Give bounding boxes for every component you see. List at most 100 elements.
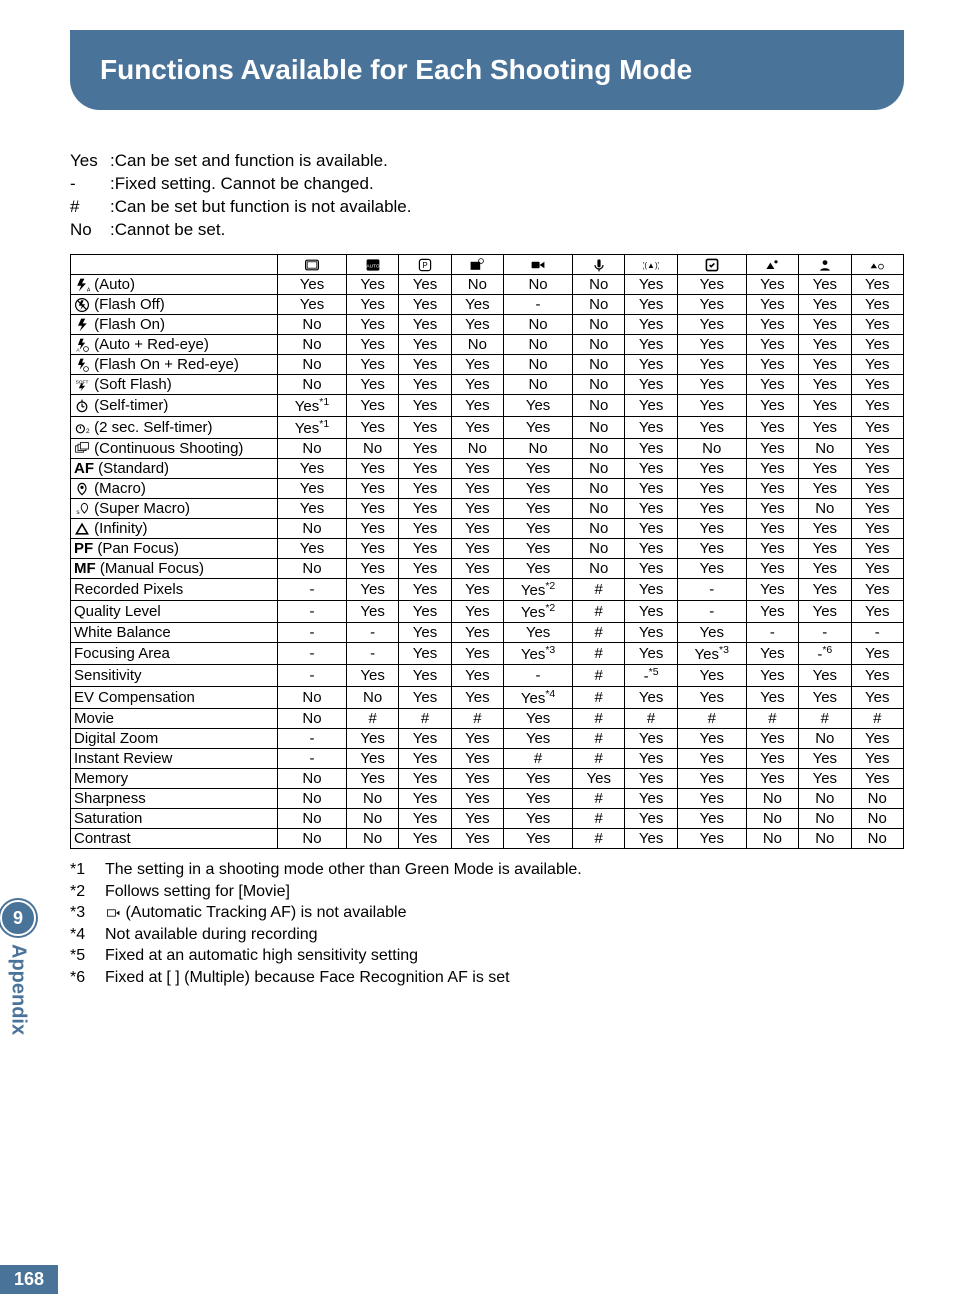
- half-portrait-icon: [817, 256, 833, 273]
- table-row: MF (Manual Focus)NoYesYesYesYesNoYesYesY…: [71, 559, 904, 579]
- row-label: Sharpness: [71, 789, 278, 809]
- row-label-text: Memory: [74, 770, 128, 787]
- cell: Yes: [746, 539, 798, 559]
- cell: Yes: [625, 438, 677, 458]
- cell: -: [677, 579, 746, 601]
- cell: No: [278, 789, 347, 809]
- cell: Yes: [625, 729, 677, 749]
- cell: No: [278, 709, 347, 729]
- cell: Yes: [677, 519, 746, 539]
- cell: #: [573, 809, 625, 829]
- cell: Yes: [399, 416, 451, 438]
- row-label-text: (Auto + Red-eye): [94, 336, 209, 353]
- legend-key: -: [70, 173, 110, 196]
- col-header-movie: [504, 254, 573, 274]
- cell: Yes: [851, 687, 904, 709]
- row-label: Movie: [71, 709, 278, 729]
- cell: Yes: [851, 769, 904, 789]
- row-label: EV Compensation: [71, 687, 278, 709]
- row-label: Quality Level: [71, 601, 278, 623]
- row-label: Memory: [71, 769, 278, 789]
- cell: Yes: [504, 499, 573, 519]
- table-row: (Flash Off)YesYesYesYes-NoYesYesYesYesYe…: [71, 294, 904, 314]
- program-icon: P: [417, 256, 433, 273]
- cell: Yes: [399, 769, 451, 789]
- cell: Yes: [851, 643, 904, 665]
- cell: No: [573, 354, 625, 374]
- movie-icon: [530, 256, 546, 273]
- cell: Yes: [851, 729, 904, 749]
- table-row: A (Auto + Red-eye)NoYesYesNoNoNoYesYesYe…: [71, 334, 904, 354]
- cell: Yes: [399, 539, 451, 559]
- cell: Yes: [278, 539, 347, 559]
- cell: No: [746, 809, 798, 829]
- cell: Yes: [851, 334, 904, 354]
- cell: -: [746, 623, 798, 643]
- cell: Yes: [799, 416, 851, 438]
- cell: Yes: [346, 749, 398, 769]
- cell: Yes: [278, 479, 347, 499]
- cell: No: [573, 438, 625, 458]
- cell: No: [278, 438, 347, 458]
- row-prefix: PF: [74, 540, 93, 557]
- cell: No: [746, 829, 798, 849]
- cell: Yes: [677, 294, 746, 314]
- cell: Yes: [399, 334, 451, 354]
- table-row: PF (Pan Focus)YesYesYesYesYesNoYesYesYes…: [71, 539, 904, 559]
- row-label: Digital Zoom: [71, 729, 278, 749]
- cell: Yes: [346, 354, 398, 374]
- cell: #: [746, 709, 798, 729]
- legend: Yes: Can be set and function is availabl…: [70, 150, 904, 242]
- cell: No: [746, 789, 798, 809]
- cell: Yes: [851, 416, 904, 438]
- cell: Yes: [677, 459, 746, 479]
- cell: Yes: [573, 769, 625, 789]
- cell: Yes: [851, 559, 904, 579]
- cell: -: [278, 729, 347, 749]
- cell: #: [573, 579, 625, 601]
- cell: Yes: [625, 809, 677, 829]
- cell: Yes: [851, 374, 904, 394]
- row-label: 2 (2 sec. Self-timer): [71, 416, 278, 438]
- footnote-key: *1: [70, 859, 105, 881]
- cell: Yes: [399, 519, 451, 539]
- cell: Yes: [851, 459, 904, 479]
- cell: No: [346, 438, 398, 458]
- cell: Yes: [451, 459, 503, 479]
- cell: Yes: [346, 374, 398, 394]
- svg-text:P: P: [422, 261, 427, 270]
- cell: Yes: [451, 416, 503, 438]
- row-label-text: Digital Zoom: [74, 730, 158, 747]
- auto-pict-icon: AUTO: [365, 256, 381, 273]
- cell: Yes: [851, 294, 904, 314]
- cell: No: [346, 687, 398, 709]
- footnote-text: Follows setting for [Movie]: [105, 881, 290, 903]
- table-row: SharpnessNoNoYesYesYes#YesYesNoNoNo: [71, 789, 904, 809]
- cell: -: [278, 623, 347, 643]
- row-label-text: (Flash On + Red-eye): [94, 356, 239, 373]
- table-row: MovieNo###Yes######: [71, 709, 904, 729]
- cell: Yes: [799, 665, 851, 687]
- cell: No: [451, 334, 503, 354]
- cell: #: [573, 749, 625, 769]
- cell: No: [451, 274, 503, 294]
- cell: Yes: [677, 539, 746, 559]
- cell: Yes: [399, 274, 451, 294]
- cell: #: [851, 709, 904, 729]
- cell: No: [851, 789, 904, 809]
- cell: Yes: [625, 623, 677, 643]
- cell: Yes: [746, 374, 798, 394]
- cell: Yes: [451, 665, 503, 687]
- cell: Yes: [504, 559, 573, 579]
- cell: No: [504, 334, 573, 354]
- flash-off-icon: [74, 296, 90, 313]
- row-label-text: (Manual Focus): [100, 560, 204, 577]
- cell: Yes: [851, 438, 904, 458]
- cell: Yes: [625, 314, 677, 334]
- cell: Yes: [746, 769, 798, 789]
- cell: Yes: [504, 623, 573, 643]
- table-row: AF (Standard)YesYesYesYesYesNoYesYesYesY…: [71, 459, 904, 479]
- cell: Yes: [451, 394, 503, 416]
- cell: Yes: [746, 749, 798, 769]
- infinity-icon: [74, 520, 90, 537]
